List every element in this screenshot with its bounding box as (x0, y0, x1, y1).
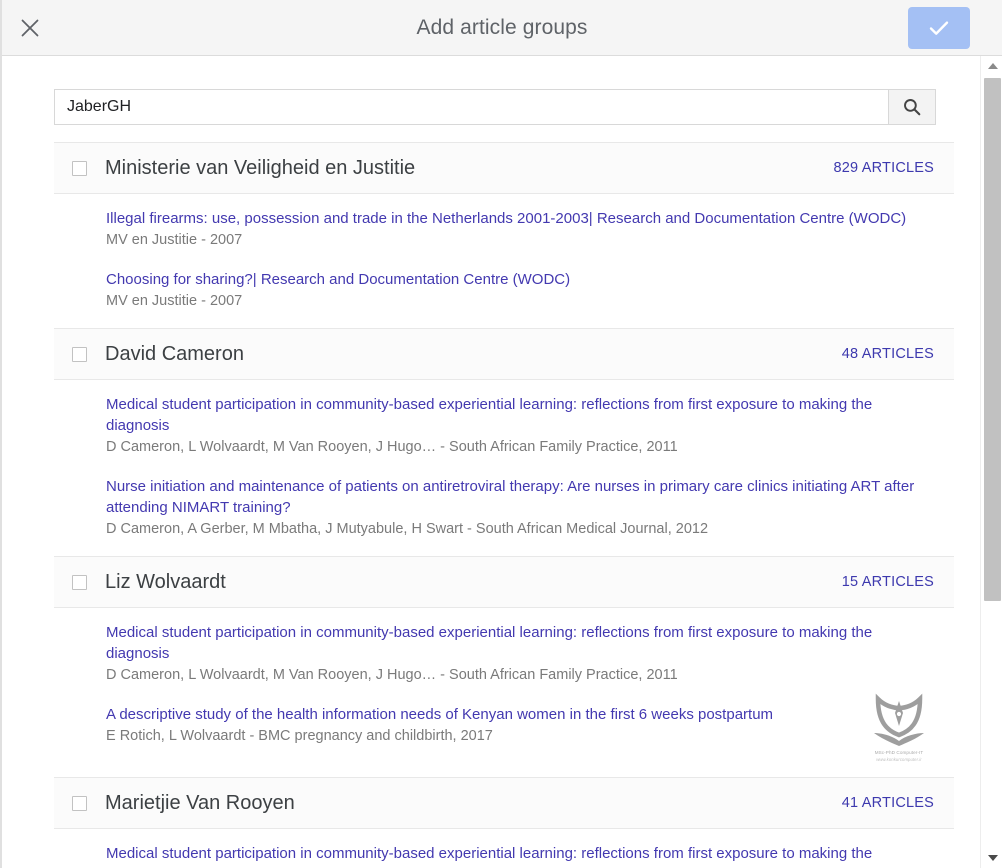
article-meta: MV en Justitie - 2007 (106, 293, 243, 309)
close-icon (19, 17, 41, 39)
group-checkbox[interactable] (72, 795, 87, 811)
article-item: Medical student participation in communi… (106, 843, 954, 868)
add-article-groups-dialog: Add article groups JaberGH Ministerie va… (0, 0, 1002, 868)
article-meta: MV en Justitie - 2007 (106, 232, 243, 248)
dialog-title: Add article groups (416, 15, 588, 39)
article-title-link[interactable]: Medical student participation in communi… (106, 622, 938, 664)
group-name: David Cameron (105, 342, 244, 365)
article-item: Choosing for sharing?| Research and Docu… (106, 269, 954, 312)
group-articles: Illegal firearms: use, possession and tr… (54, 194, 954, 328)
article-item: Illegal firearms: use, possession and tr… (106, 208, 954, 251)
article-title-link[interactable]: A descriptive study of the health inform… (106, 704, 938, 725)
group-name: Marietjie Van Rooyen (105, 791, 295, 814)
confirm-button[interactable] (908, 7, 970, 49)
article-meta: D Cameron, L Wolvaardt, M Van Rooyen, J … (106, 667, 678, 683)
article-item: A descriptive study of the health inform… (106, 704, 954, 747)
group-item: Marietjie Van Rooyen 41 ARTICLES Medical… (54, 777, 954, 868)
group-header[interactable]: Marietjie Van Rooyen 41 ARTICLES (54, 777, 954, 829)
article-title-link[interactable]: Illegal firearms: use, possession and tr… (106, 208, 938, 229)
search-button[interactable] (888, 89, 936, 125)
group-item: Ministerie van Veiligheid en Justitie 82… (54, 142, 954, 328)
article-title-link[interactable]: Nurse initiation and maintenance of pati… (106, 476, 938, 518)
close-button[interactable] (2, 0, 58, 56)
dialog-body: Ministerie van Veiligheid en Justitie 82… (2, 56, 1002, 868)
group-checkbox[interactable] (72, 160, 87, 176)
group-name: Liz Wolvaardt (105, 570, 226, 593)
group-checkbox[interactable] (72, 346, 87, 362)
dialog-header: Add article groups (2, 0, 1002, 56)
watermark-line1: MSc-PhD Computer-IT (874, 750, 924, 755)
article-meta: E Rotich, L Wolvaardt - BMC pregnancy an… (106, 728, 493, 744)
group-header[interactable]: Liz Wolvaardt 15 ARTICLES (54, 556, 954, 608)
group-articles: Medical student participation in communi… (54, 608, 954, 777)
group-articles: Medical student participation in communi… (54, 829, 954, 868)
article-title-link[interactable]: Choosing for sharing?| Research and Docu… (106, 269, 938, 290)
group-article-count[interactable]: 41 ARTICLES (842, 795, 934, 811)
vertical-scrollbar[interactable] (980, 56, 1002, 868)
results-list: Ministerie van Veiligheid en Justitie 82… (54, 142, 954, 868)
check-icon (926, 15, 952, 41)
group-article-count[interactable]: 829 ARTICLES (834, 160, 934, 176)
scrollbar-thumb[interactable] (984, 78, 1001, 601)
article-item: Medical student participation in communi… (106, 394, 954, 458)
chevron-up-icon (987, 63, 998, 69)
article-meta: D Cameron, A Gerber, M Mbatha, J Mutyabu… (106, 521, 709, 537)
group-item: Liz Wolvaardt 15 ARTICLES Medical studen… (54, 556, 954, 777)
article-meta: D Cameron, L Wolvaardt, M Van Rooyen, J … (106, 439, 678, 455)
watermark-line2: www.konkurcomputer.ir (876, 757, 922, 762)
search-input[interactable] (54, 89, 888, 125)
group-article-count[interactable]: 15 ARTICLES (842, 574, 934, 590)
group-articles: Medical student participation in communi… (54, 380, 954, 556)
group-checkbox[interactable] (72, 574, 87, 590)
chevron-down-icon (987, 855, 998, 861)
group-header[interactable]: David Cameron 48 ARTICLES (54, 328, 954, 380)
scroll-up-button[interactable] (981, 56, 1002, 76)
group-header[interactable]: Ministerie van Veiligheid en Justitie 82… (54, 142, 954, 194)
search-icon (902, 97, 922, 117)
scrollbar-track[interactable] (981, 76, 1002, 848)
scroll-down-button[interactable] (981, 848, 1002, 868)
article-title-link[interactable]: Medical student participation in communi… (106, 843, 938, 868)
group-item: David Cameron 48 ARTICLES Medical studen… (54, 328, 954, 556)
search-row (54, 89, 936, 125)
group-article-count[interactable]: 48 ARTICLES (842, 346, 934, 362)
article-item: Nurse initiation and maintenance of pati… (106, 476, 954, 540)
group-name: Ministerie van Veiligheid en Justitie (105, 156, 416, 179)
results-scroll-area: Ministerie van Veiligheid en Justitie 82… (2, 56, 980, 868)
article-item: Medical student participation in communi… (106, 622, 954, 686)
article-title-link[interactable]: Medical student participation in communi… (106, 394, 938, 436)
